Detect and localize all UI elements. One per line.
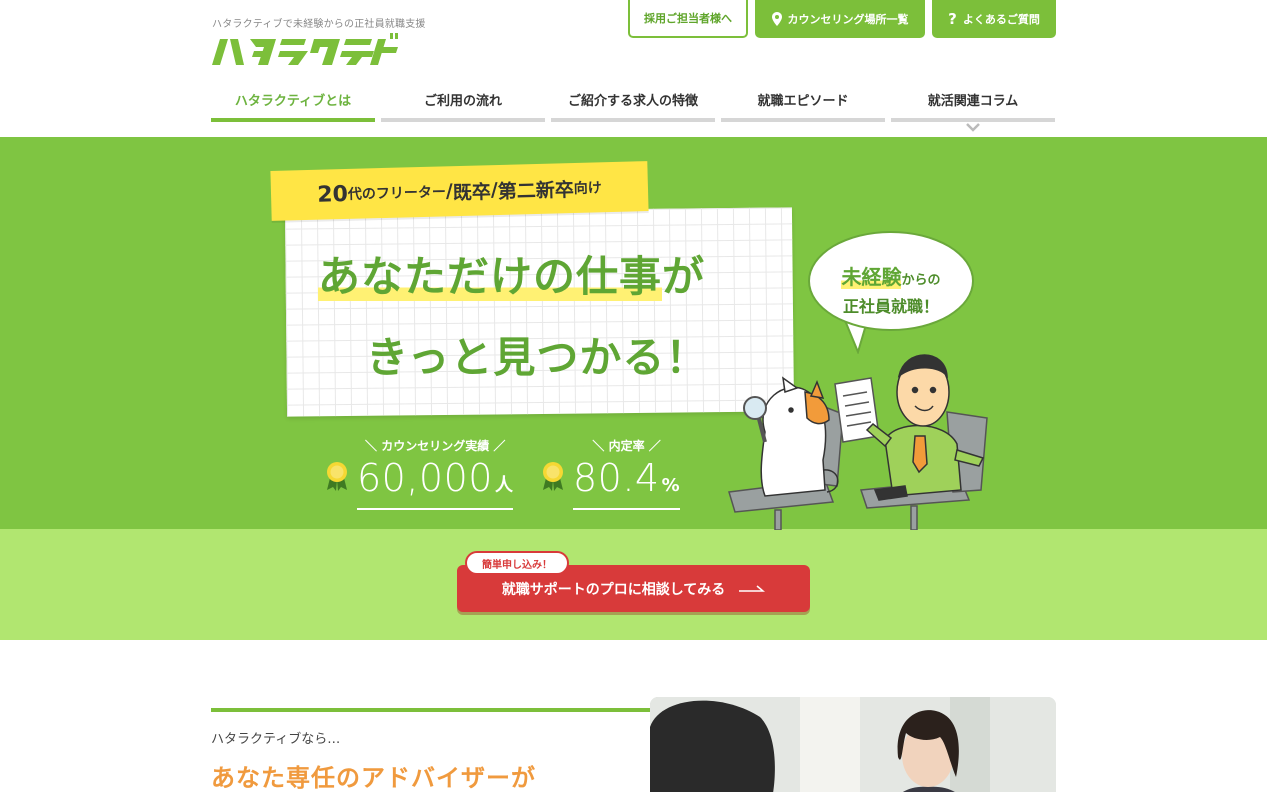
section-divider bbox=[211, 708, 651, 712]
hero-headline-line2: きっと見つかる！ bbox=[366, 333, 709, 382]
stat-unit: 人 bbox=[494, 475, 514, 496]
target-part3: 第二新卒 bbox=[497, 178, 575, 203]
intro-heading: あなた専任のアドバイザーが bbox=[211, 764, 536, 792]
target-audience-ribbon: 20 代のフリーター / 既卒 / 第二新卒 向け bbox=[270, 161, 649, 221]
stat-unit: % bbox=[661, 475, 681, 496]
counseling-locations-button[interactable]: カウンセリング場所一覧 bbox=[755, 0, 925, 38]
bubble-line2: 正社員就職！ bbox=[842, 297, 939, 316]
location-pin-icon bbox=[771, 12, 782, 26]
advisor-photo bbox=[650, 697, 1056, 792]
hero-headline-highlight: あなただけの仕事 bbox=[318, 252, 663, 301]
nav-item-about[interactable]: ハタラクティブとは bbox=[211, 80, 375, 122]
stat-offer-rate: ＼ 内定率 ／ 80.4% bbox=[573, 437, 681, 510]
hero-headline-suffix: が bbox=[662, 252, 706, 301]
speech-bubble: 未経験からの 正社員就職！ bbox=[808, 231, 974, 331]
target-part2: 既卒 bbox=[452, 180, 492, 204]
medal-icon bbox=[543, 462, 563, 491]
nav-item-flow[interactable]: ご利用の流れ bbox=[381, 80, 545, 122]
bubble-line1: 未経験からの bbox=[810, 261, 972, 290]
mascot-illustration bbox=[728, 354, 988, 530]
intro-subtitle: ハタラクティブなら… bbox=[211, 732, 341, 747]
header-utility-buttons: 採用ご担当者様へ カウンセリング場所一覧 ? よくあるご質問 bbox=[628, 0, 1056, 38]
nav-item-label: ハタラクティブとは bbox=[234, 93, 352, 109]
counseling-locations-label: カウンセリング場所一覧 bbox=[787, 13, 909, 26]
site-tagline: ハタラクティブで未経験からの正社員就職支援 bbox=[212, 19, 426, 30]
nav-item-columns[interactable]: 就活関連コラム bbox=[891, 80, 1055, 122]
nav-item-episodes[interactable]: 就職エピソード bbox=[721, 80, 885, 122]
stat-label: ＼ 内定率 ／ bbox=[592, 439, 661, 453]
nav-item-label: 就活関連コラム bbox=[927, 93, 1019, 109]
advisor-photo-image bbox=[650, 697, 1056, 792]
chevron-down-icon[interactable] bbox=[965, 122, 981, 132]
target-part1: 代のフリーター bbox=[347, 184, 447, 203]
stat-value: 80.4% bbox=[573, 456, 681, 510]
cta-label: 就職サポートのプロに相談してみる bbox=[501, 581, 726, 598]
recruiter-button[interactable]: 採用ご担当者様へ bbox=[628, 0, 748, 38]
medal-icon bbox=[327, 462, 347, 491]
bubble-small: からの bbox=[901, 273, 941, 288]
stat-counseling: ＼ カウンセリング実績 ／ 60,000 人 bbox=[357, 437, 514, 510]
nav-item-label: 就職エピソード bbox=[757, 93, 849, 109]
logo-wordmark bbox=[212, 33, 398, 65]
faq-button[interactable]: ? よくあるご質問 bbox=[932, 0, 1056, 38]
site-header: ハタラクティブで未経験からの正社員就職支援 採用ご担当者様へ カウンセリング場所… bbox=[0, 0, 1267, 137]
arrow-right-icon bbox=[739, 584, 766, 592]
bubble-emphasis: 未経験 bbox=[841, 265, 902, 289]
cta-badge: 簡単申し込み！ bbox=[465, 551, 569, 575]
question-icon: ? bbox=[948, 10, 957, 28]
headline-card bbox=[284, 207, 795, 417]
stat-label: ＼ カウンセリング実績 ／ bbox=[365, 439, 506, 453]
recruiter-button-label: 採用ご担当者様へ bbox=[644, 12, 732, 25]
hero-headline-line1: あなただけの仕事が bbox=[318, 243, 705, 304]
target-part4: 向け bbox=[573, 180, 602, 198]
stat-value: 60,000 人 bbox=[357, 456, 514, 510]
nav-item-label: ご利用の流れ bbox=[423, 93, 502, 109]
nav-item-label: ご紹介する求人の特徴 bbox=[567, 93, 698, 109]
site-logo[interactable] bbox=[210, 31, 400, 71]
main-nav: ハタラクティブとは ご利用の流れ ご紹介する求人の特徴 就職エピソード 就活関連… bbox=[211, 80, 1055, 122]
faq-label: よくあるご質問 bbox=[962, 13, 1040, 26]
target-age: 20 bbox=[316, 181, 349, 208]
nav-item-jobs[interactable]: ご紹介する求人の特徴 bbox=[551, 80, 715, 122]
